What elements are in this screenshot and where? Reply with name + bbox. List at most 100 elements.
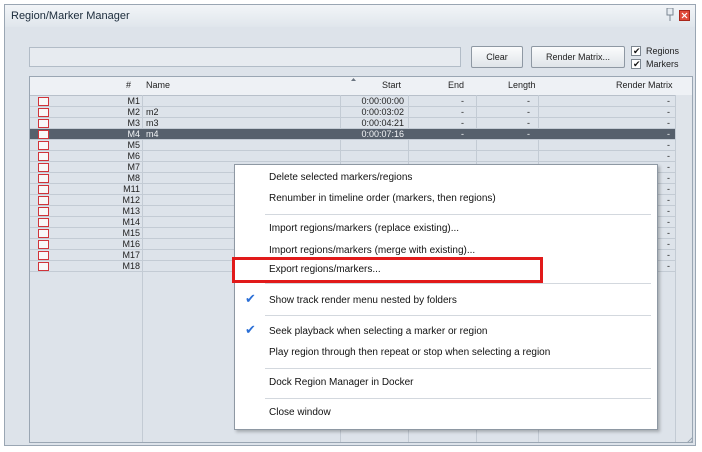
row-length: - xyxy=(527,96,530,106)
row-number: M15 xyxy=(122,228,140,238)
vertical-scrollbar[interactable] xyxy=(675,95,692,442)
checkmark-icon: ✔ xyxy=(633,46,641,56)
row-name: m2 xyxy=(146,107,159,117)
menu-item-play-region-repeat[interactable]: Play region through then repeat or stop … xyxy=(269,346,550,360)
table-row[interactable]: M3 m3 0:00:04:21 - - - xyxy=(30,118,692,129)
marker-icon[interactable] xyxy=(38,251,49,260)
row-number: M2 xyxy=(127,107,140,117)
row-start: 0:00:04:21 xyxy=(361,118,404,128)
menu-separator xyxy=(265,214,651,215)
row-number: M16 xyxy=(122,239,140,249)
row-number: M11 xyxy=(123,184,140,194)
marker-icon[interactable] xyxy=(38,163,49,172)
checkmark-icon: ✔ xyxy=(245,322,256,337)
resize-grip-icon[interactable] xyxy=(685,435,693,443)
row-number: M3 xyxy=(127,118,140,128)
table-row[interactable]: M5 - xyxy=(30,140,692,151)
row-number: M14 xyxy=(122,217,140,227)
table-row[interactable]: M4 m4 0:00:07:16 - - - xyxy=(30,129,692,140)
row-render-matrix: - xyxy=(667,129,670,139)
regions-checkbox-box[interactable]: ✔ xyxy=(631,46,641,56)
row-render-matrix: - xyxy=(667,140,670,150)
menu-item-renumber[interactable]: Renumber in timeline order (markers, the… xyxy=(269,192,496,206)
column-header-render-matrix[interactable]: Render Matrix xyxy=(616,80,673,90)
menu-item-show-track-render[interactable]: Show track render menu nested by folders xyxy=(269,294,457,308)
marker-icon[interactable] xyxy=(38,196,49,205)
menu-item-dock-region-manager[interactable]: Dock Region Manager in Docker xyxy=(269,376,414,390)
close-icon[interactable] xyxy=(679,10,690,21)
row-number: M17 xyxy=(122,250,140,260)
title-bar[interactable]: Region/Marker Manager xyxy=(5,5,695,27)
marker-icon[interactable] xyxy=(38,207,49,216)
row-end: - xyxy=(461,107,464,117)
row-start: 0:00:00:00 xyxy=(361,96,404,106)
window-title: Region/Marker Manager xyxy=(11,10,130,22)
table-row[interactable]: M2 m2 0:00:03:02 - - - xyxy=(30,107,692,118)
marker-icon[interactable] xyxy=(38,174,49,183)
context-menu: Delete selected markers/regions Renumber… xyxy=(234,164,658,430)
marker-icon[interactable] xyxy=(38,141,49,150)
row-name: m3 xyxy=(146,118,159,128)
checkmark-icon: ✔ xyxy=(633,59,641,69)
menu-item-import-replace[interactable]: Import regions/markers (replace existing… xyxy=(269,222,459,236)
render-matrix-button[interactable]: Render Matrix... xyxy=(531,46,625,68)
row-name: m4 xyxy=(146,129,159,139)
row-render-matrix: - xyxy=(667,96,670,106)
row-start: 0:00:03:02 xyxy=(361,107,404,117)
marker-icon[interactable] xyxy=(38,218,49,227)
row-render-matrix: - xyxy=(667,118,670,128)
table-header: # Name Start End Length Render Matrix xyxy=(30,77,692,96)
column-header-start[interactable]: Start xyxy=(382,80,401,90)
menu-item-seek-playback[interactable]: Seek playback when selecting a marker or… xyxy=(269,325,487,339)
row-number: M13 xyxy=(122,206,140,216)
row-end: - xyxy=(461,129,464,139)
table-row[interactable]: M6 - xyxy=(30,151,692,162)
markers-checkbox[interactable]: ✔ Markers xyxy=(631,58,691,71)
regions-checkbox[interactable]: ✔ Regions xyxy=(631,45,691,58)
row-number: M6 xyxy=(127,151,140,161)
column-header-end[interactable]: End xyxy=(448,80,464,90)
column-header-name[interactable]: Name xyxy=(146,80,170,90)
marker-icon[interactable] xyxy=(38,229,49,238)
row-number: M5 xyxy=(127,140,140,150)
row-start: 0:00:07:16 xyxy=(361,129,404,139)
column-header-length[interactable]: Length xyxy=(508,80,536,90)
row-number: M7 xyxy=(127,162,140,172)
markers-checkbox-box[interactable]: ✔ xyxy=(631,59,641,69)
row-number: M18 xyxy=(122,261,140,271)
marker-icon[interactable] xyxy=(38,108,49,117)
menu-separator xyxy=(265,283,651,284)
menu-item-close-window[interactable]: Close window xyxy=(269,406,331,420)
marker-icon[interactable] xyxy=(38,152,49,161)
export-highlight-box xyxy=(232,257,543,283)
row-number: M1 xyxy=(127,96,140,106)
sort-asc-icon xyxy=(351,78,356,81)
markers-label: Markers xyxy=(646,59,679,69)
marker-icon[interactable] xyxy=(38,262,49,271)
marker-icon[interactable] xyxy=(38,97,49,106)
regions-label: Regions xyxy=(646,46,680,56)
menu-item-import-merge[interactable]: Import regions/markers (merge with exist… xyxy=(269,244,475,258)
marker-icon[interactable] xyxy=(38,185,49,194)
menu-separator xyxy=(265,368,651,369)
menu-separator xyxy=(265,398,651,399)
marker-icon[interactable] xyxy=(38,240,49,249)
pin-icon[interactable] xyxy=(665,8,675,22)
marker-icon[interactable] xyxy=(38,119,49,128)
row-end: - xyxy=(461,118,464,128)
marker-icon[interactable] xyxy=(38,130,49,139)
row-end: - xyxy=(461,96,464,106)
menu-separator xyxy=(265,315,651,316)
filter-input[interactable] xyxy=(29,47,461,67)
table-row[interactable]: M1 0:00:00:00 - - - xyxy=(30,96,692,107)
row-number: M8 xyxy=(127,173,140,183)
row-number: M4 xyxy=(127,129,140,139)
checkmark-icon: ✔ xyxy=(245,291,256,306)
row-length: - xyxy=(527,129,530,139)
row-number: M12 xyxy=(122,195,140,205)
column-header-number[interactable]: # xyxy=(126,80,131,90)
menu-item-delete-selected[interactable]: Delete selected markers/regions xyxy=(269,171,412,185)
clear-button[interactable]: Clear xyxy=(471,46,523,68)
row-length: - xyxy=(527,107,530,117)
row-render-matrix: - xyxy=(667,151,670,161)
